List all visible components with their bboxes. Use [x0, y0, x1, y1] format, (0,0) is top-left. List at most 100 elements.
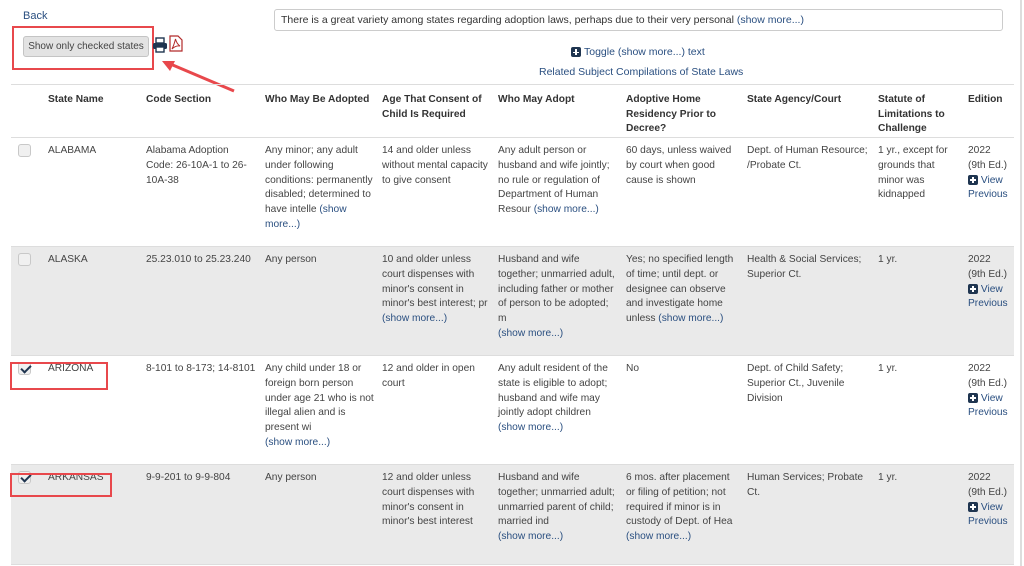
header-residency: Adoptive Home Residency Prior to Decree?	[622, 83, 743, 139]
toggle-show-more-link[interactable]: Toggle (show more...) text	[584, 46, 705, 58]
header-checkbox-col	[11, 83, 44, 139]
residency-cell: 6 mos. after placement or filing of peti…	[622, 464, 743, 566]
who-may-be-adopted: Any person	[265, 472, 317, 484]
table-row: ARIZONA 8-101 to 8-173; 14-8101 Any child …	[11, 355, 1014, 466]
show-more-link[interactable]: (show more...)	[498, 328, 563, 339]
checkbox-cell	[11, 246, 44, 357]
plus-square-icon	[968, 283, 978, 294]
plus-square-icon	[968, 501, 978, 512]
who-may-adopt: Husband and wife together; unmarried adu…	[498, 472, 615, 528]
intro-text-box: There is a great variety among states re…	[274, 9, 1003, 31]
view-previous-link[interactable]: View Previous	[968, 174, 1010, 203]
checkbox-cell	[11, 464, 44, 566]
code-section: 9-9-201 to 9-9-804	[142, 464, 261, 566]
code-section: 25.23.010 to 25.23.240	[142, 246, 261, 357]
show-more-link[interactable]: (show more...)	[498, 531, 563, 542]
who-may-be-adopted-cell: Any person	[261, 246, 378, 357]
who-may-adopt-cell: Husband and wife together; unmarried adu…	[494, 464, 622, 566]
code-section: 8-101 to 8-173; 14-8101	[142, 355, 261, 466]
state-laws-table: State Name Code Section Who May Be Adopt…	[11, 83, 1014, 566]
age-consent-cell: 14 and older unless without mental capac…	[378, 137, 494, 248]
age-consent: 14 and older unless without mental capac…	[382, 145, 488, 186]
header-who-may-adopt: Who May Adopt	[494, 83, 622, 139]
residency-cell: 60 days, unless waived by court when goo…	[622, 137, 743, 248]
who-may-be-adopted-cell: Any child under 18 or foreign born perso…	[261, 355, 378, 466]
table-header-row: State Name Code Section Who May Be Adopt…	[11, 83, 1014, 139]
residency-cell: No	[622, 355, 743, 466]
show-more-link[interactable]: (show more...)	[534, 204, 599, 215]
state-checkbox[interactable]	[18, 144, 31, 158]
age-consent: 12 and older in open court	[382, 363, 475, 389]
header-age-consent: Age That Consent of Child Is Required	[378, 83, 494, 139]
table-row: ARKANSAS 9-9-201 to 9-9-804 Any person 12 a…	[11, 464, 1014, 566]
header-edition: Edition	[964, 83, 1014, 139]
edition-cell: 2022 (9th Ed.) View Previous	[964, 464, 1014, 566]
state-name: ALASKA	[44, 246, 142, 357]
show-more-link[interactable]: (show more...)	[498, 422, 563, 433]
age-consent: 10 and older unless court dispenses with…	[382, 254, 488, 310]
who-may-adopt: Husband and wife together; unmarried adu…	[498, 254, 615, 324]
edition-cell: 2022 (9th Ed.) View Previous	[964, 355, 1014, 466]
agency-court: Dept. of Human Resource; /Probate Ct.	[743, 137, 874, 248]
edition: 2022 (9th Ed.)	[968, 254, 1008, 280]
who-may-be-adopted-cell: Any person	[261, 464, 378, 566]
view-previous-link[interactable]: View Previous	[968, 283, 1010, 312]
show-only-checked-states-button[interactable]: Show only checked states	[23, 36, 149, 57]
state-checkbox[interactable]	[18, 362, 31, 376]
show-more-link[interactable]: (show more...)	[658, 313, 723, 324]
residency: 6 mos. after placement or filing of peti…	[626, 472, 733, 528]
print-icon[interactable]	[152, 37, 168, 53]
age-consent-cell: 12 and older in open court	[378, 355, 494, 466]
state-name: ALABAMA	[44, 137, 142, 248]
plus-square-icon	[968, 174, 978, 185]
header-agency-court: State Agency/Court	[743, 83, 874, 139]
who-may-adopt: Any adult resident of the state is eligi…	[498, 363, 608, 419]
show-more-link[interactable]: (show more...)	[382, 313, 447, 324]
view-previous-link[interactable]: View Previous	[968, 392, 1010, 421]
edition: 2022 (9th Ed.)	[968, 145, 1008, 171]
who-may-be-adopted-cell: Any minor; any adult under following con…	[261, 137, 378, 248]
who-may-adopt-cell: Any adult person or husband and wife joi…	[494, 137, 622, 248]
state-name: ARKANSAS	[44, 464, 142, 566]
limitations: 1 yr.	[874, 246, 964, 357]
edition-cell: 2022 (9th Ed.) View Previous	[964, 246, 1014, 357]
agency-court: Human Services; Probate Ct.	[743, 464, 874, 566]
toggle-show-more[interactable]: Toggle (show more...) text	[571, 46, 705, 58]
residency-cell: Yes; no specified length of time; until …	[622, 246, 743, 357]
checkbox-cell	[11, 355, 44, 466]
age-consent: 12 and older unless court dispenses with…	[382, 472, 475, 528]
back-link[interactable]: Back	[23, 10, 47, 22]
limitations: 1 yr.	[874, 355, 964, 466]
state-name: ARIZONA	[44, 355, 142, 466]
limitations: 1 yr.	[874, 464, 964, 566]
age-consent-cell: 12 and older unless court dispenses with…	[378, 464, 494, 566]
plus-square-icon	[968, 392, 978, 403]
age-consent-cell: 10 and older unless court dispenses with…	[378, 246, 494, 357]
residency: 60 days, unless waived by court when goo…	[626, 145, 732, 186]
show-more-link[interactable]: (show more...)	[265, 437, 330, 448]
related-compilations-link[interactable]: Related Subject Compilations of State La…	[539, 66, 743, 78]
state-checkbox[interactable]	[18, 253, 31, 267]
intro-text: There is a great variety among states re…	[281, 14, 734, 26]
table-row: ALABAMA Alabama Adoption Code: 26-10A-1 t…	[11, 137, 1014, 248]
show-more-link[interactable]: (show more...)	[626, 531, 691, 542]
header-who-may-be-adopted: Who May Be Adopted	[261, 83, 378, 139]
header-code-section: Code Section	[142, 83, 261, 139]
header-limitations: Statute of Limitations to Challenge	[874, 83, 964, 139]
agency-court: Dept. of Child Safety; Superior Ct., Juv…	[743, 355, 874, 466]
view-previous-link[interactable]: View Previous	[968, 501, 1010, 530]
table-row: ALASKA 25.23.010 to 25.23.240 Any person 10…	[11, 246, 1014, 357]
agency-court: Health & Social Services; Superior Ct.	[743, 246, 874, 357]
who-may-adopt-cell: Husband and wife together; unmarried adu…	[494, 246, 622, 357]
limitations: 1 yr., except for grounds that minor was…	[874, 137, 964, 248]
who-may-adopt-cell: Any adult resident of the state is eligi…	[494, 355, 622, 466]
checkbox-cell	[11, 137, 44, 248]
edition: 2022 (9th Ed.)	[968, 472, 1008, 498]
who-may-be-adopted: Any person	[265, 254, 317, 266]
edition-cell: 2022 (9th Ed.) View Previous	[964, 137, 1014, 248]
intro-show-more-link[interactable]: (show more...)	[737, 14, 804, 26]
state-checkbox[interactable]	[18, 471, 31, 485]
who-may-be-adopted: Any child under 18 or foreign born perso…	[265, 363, 374, 433]
pdf-icon[interactable]	[169, 35, 183, 52]
edition: 2022 (9th Ed.)	[968, 363, 1008, 389]
